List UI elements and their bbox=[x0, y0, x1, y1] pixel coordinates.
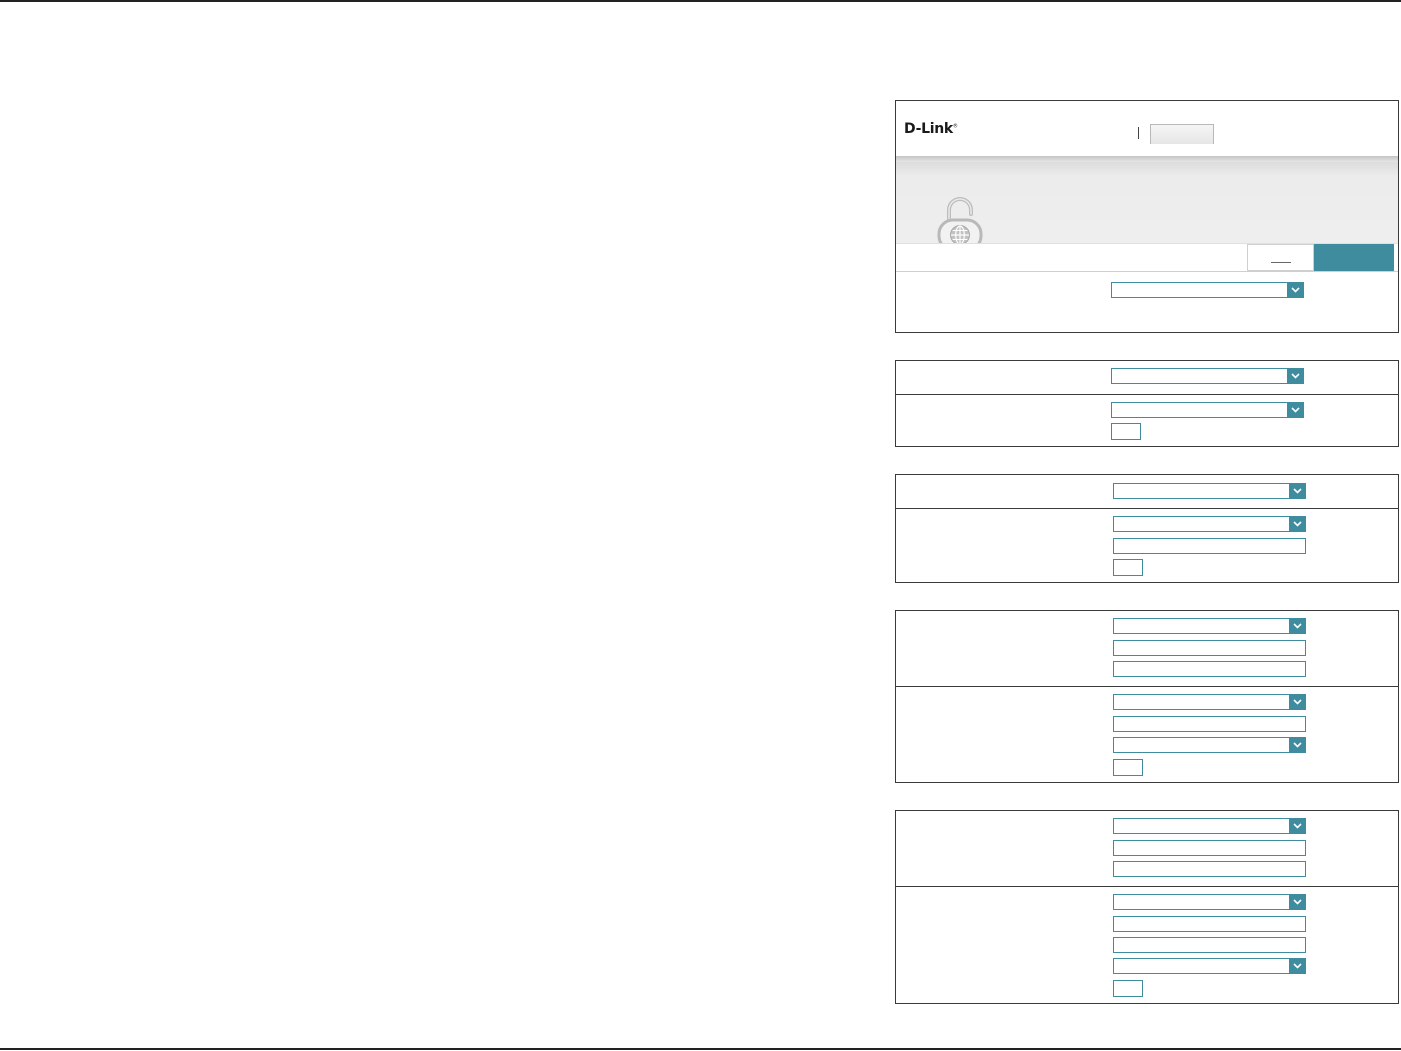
chevron-down-icon bbox=[1292, 823, 1302, 829]
setting-row bbox=[896, 475, 1398, 508]
chevron-down-icon bbox=[1292, 623, 1302, 629]
settings-panel-5 bbox=[895, 810, 1399, 1004]
dropdown-select[interactable] bbox=[1113, 958, 1306, 974]
small-button[interactable] bbox=[1111, 423, 1141, 440]
setting-row bbox=[896, 886, 1398, 1003]
text-input[interactable] bbox=[1113, 716, 1306, 732]
cancel-button[interactable] bbox=[1247, 244, 1314, 271]
setting-row bbox=[896, 811, 1398, 886]
chevron-down-icon bbox=[1290, 373, 1300, 379]
text-input[interactable] bbox=[1113, 538, 1306, 554]
header-divider bbox=[1138, 127, 1139, 139]
settings-panel-2 bbox=[895, 360, 1399, 447]
header-tab[interactable] bbox=[1150, 124, 1214, 144]
chevron-down-icon bbox=[1292, 699, 1302, 705]
text-input[interactable] bbox=[1113, 916, 1306, 932]
chevron-down-icon bbox=[1292, 963, 1302, 969]
small-button[interactable] bbox=[1113, 559, 1143, 576]
settings-panel-4 bbox=[895, 610, 1399, 783]
setting-row bbox=[896, 508, 1398, 582]
page-top-rule bbox=[0, 0, 1401, 2]
dropdown-select[interactable] bbox=[1113, 516, 1306, 532]
setting-row bbox=[896, 271, 1398, 307]
chevron-down-icon bbox=[1292, 488, 1302, 494]
small-button[interactable] bbox=[1113, 980, 1143, 997]
chevron-down-icon bbox=[1290, 287, 1300, 293]
dropdown-select[interactable] bbox=[1113, 894, 1306, 910]
ui-header: D-Link® bbox=[896, 101, 1398, 156]
small-button[interactable] bbox=[1113, 759, 1143, 776]
dropdown-select[interactable] bbox=[1113, 483, 1306, 499]
dropdown-select[interactable] bbox=[1113, 737, 1306, 753]
text-input[interactable] bbox=[1113, 661, 1306, 677]
dlink-logo: D-Link® bbox=[904, 121, 958, 137]
text-input[interactable] bbox=[1113, 861, 1306, 877]
dropdown-select[interactable] bbox=[1113, 618, 1306, 634]
setting-row bbox=[896, 611, 1398, 686]
dropdown-select[interactable] bbox=[1111, 282, 1304, 298]
dropdown-select[interactable] bbox=[1113, 818, 1306, 834]
text-input[interactable] bbox=[1113, 640, 1306, 656]
dropdown-select[interactable] bbox=[1113, 694, 1306, 710]
settings-panel-3 bbox=[895, 474, 1399, 583]
save-button[interactable] bbox=[1314, 244, 1394, 271]
text-input[interactable] bbox=[1113, 937, 1306, 953]
router-ui-panel: D-Link® bbox=[895, 100, 1399, 333]
banner-action-bar bbox=[896, 243, 1398, 271]
chevron-down-icon bbox=[1292, 521, 1302, 527]
chevron-down-icon bbox=[1290, 407, 1300, 413]
page-bottom-rule bbox=[0, 1048, 1401, 1050]
setting-row bbox=[896, 394, 1398, 446]
dropdown-select[interactable] bbox=[1111, 402, 1304, 418]
setting-row bbox=[896, 361, 1398, 394]
dropdown-select[interactable] bbox=[1111, 368, 1304, 384]
text-input[interactable] bbox=[1113, 840, 1306, 856]
page-banner bbox=[896, 156, 1398, 271]
chevron-down-icon bbox=[1292, 742, 1302, 748]
chevron-down-icon bbox=[1292, 899, 1302, 905]
setting-row bbox=[896, 686, 1398, 782]
